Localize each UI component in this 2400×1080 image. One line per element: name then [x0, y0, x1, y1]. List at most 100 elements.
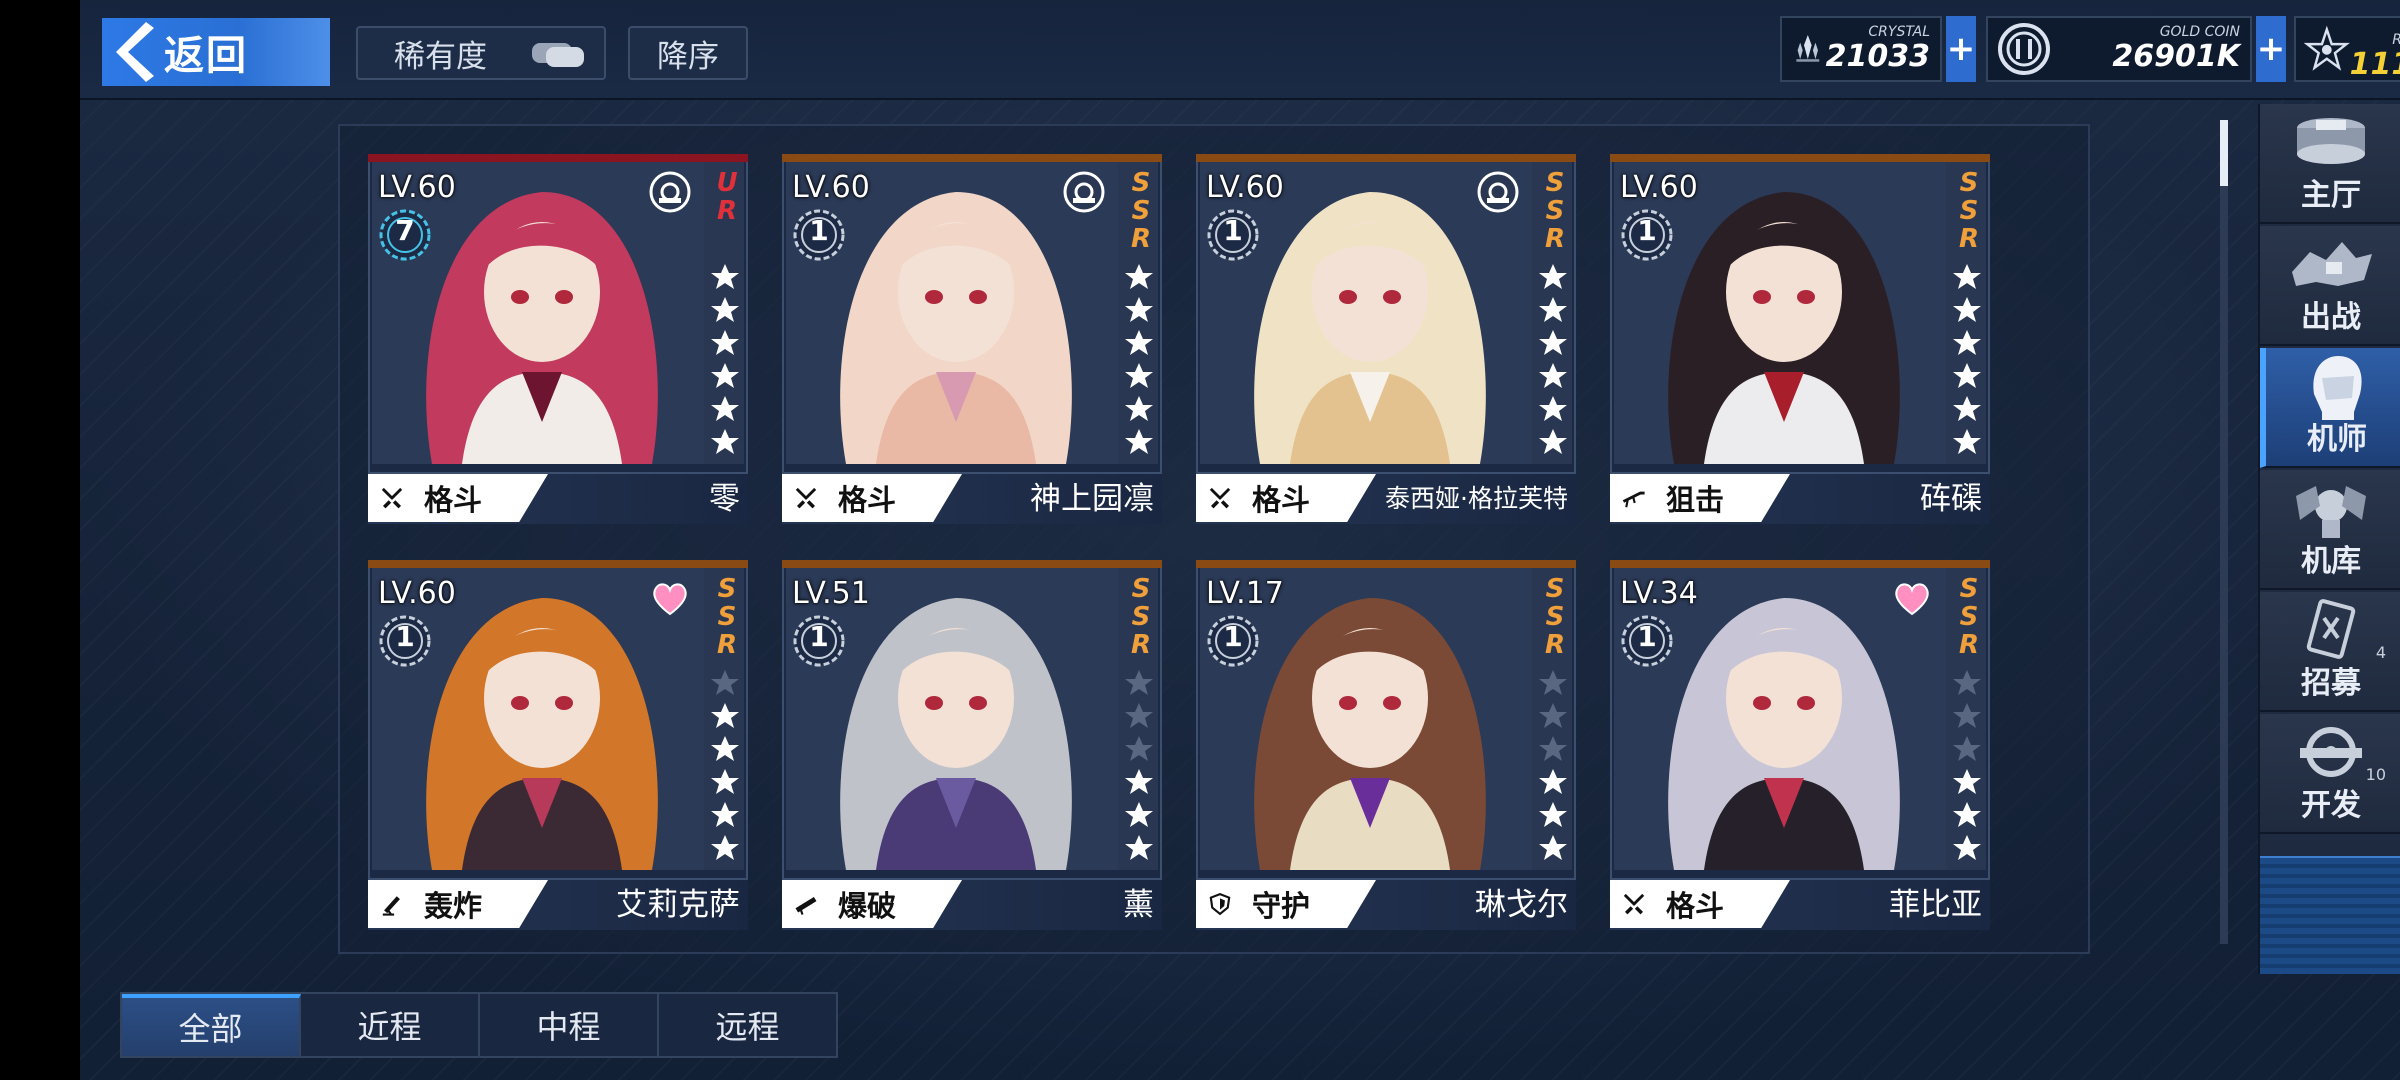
rank-badge-number: 1 [395, 620, 415, 653]
pilot-card[interactable]: SSR LV.60 1 格斗 泰西娅·格拉芙特 [1196, 154, 1576, 524]
minimap-panel[interactable] [2260, 856, 2400, 974]
pilot-name: 菲比亚 [1889, 887, 1982, 923]
back-button[interactable]: 返回 [102, 18, 330, 86]
star-icon [711, 264, 739, 289]
pilot-card[interactable]: SSR LV.60 1 轰炸 艾莉克萨 [368, 560, 748, 930]
star-rating [708, 668, 742, 866]
star-icon [1539, 670, 1567, 695]
star-rating [1950, 262, 1984, 460]
pilot-name: 零 [709, 481, 740, 517]
pilot-level: LV.34 [1620, 576, 1698, 611]
star-icon [1953, 670, 1981, 695]
pilot-level: LV.60 [378, 576, 456, 611]
pilot-card[interactable]: SSR LV.51 1 爆破 薰 [782, 560, 1162, 930]
class-tag: 狙击 [1610, 474, 1790, 522]
star-icon [711, 297, 739, 322]
star-icon [1125, 769, 1153, 794]
class-label: 格斗 [424, 483, 483, 517]
rarity-label: SSR [712, 574, 742, 658]
star-icon [711, 835, 739, 860]
star-icon [1539, 297, 1567, 322]
pilot-card[interactable]: SSR LV.60 1 狙击 砗磲 [1610, 154, 1990, 524]
sort-order-button[interactable]: 降序 [628, 26, 748, 80]
star-icon [1539, 802, 1567, 827]
pilot-card[interactable]: SSR LV.60 1 格斗 神上园凛 [782, 154, 1162, 524]
star-icon [711, 802, 739, 827]
pilot-level: LV.60 [1620, 170, 1698, 205]
star-icon [1125, 703, 1153, 728]
tab-mid-range[interactable]: 中程 [480, 994, 659, 1056]
pilot-card[interactable]: SSR LV.34 1 格斗 菲比亚 [1610, 560, 1990, 930]
class-tag: 爆破 [782, 880, 962, 928]
star-icon [1125, 264, 1153, 289]
class-label: 狙击 [1666, 483, 1725, 517]
star-icon [1539, 363, 1567, 388]
class-tag: 轰炸 [368, 880, 548, 928]
pilot-name: 神上园凛 [1030, 481, 1154, 517]
tab-all[interactable]: 全部 [122, 994, 301, 1056]
pilot-name: 泰西娅·格拉芙特 [1385, 484, 1568, 513]
swords-icon [1208, 481, 1242, 515]
nav-item-recruit[interactable]: 4 招募 [2260, 592, 2400, 712]
star-icon [1953, 264, 1981, 289]
nav-label: 机师 [2307, 422, 2367, 457]
launcher-icon [794, 887, 828, 921]
scrollbar-thumb[interactable] [2220, 120, 2228, 186]
pilot-name: 砗磲 [1920, 481, 1982, 517]
class-tag: 格斗 [368, 474, 548, 522]
hall-icon [2297, 118, 2365, 164]
star-rating [1536, 262, 1570, 460]
nav-label: 招募 [2301, 666, 2361, 701]
rarity-filter-button[interactable]: 稀有度 [356, 26, 606, 80]
star-icon [1125, 736, 1153, 761]
rank-badge-number: 1 [1637, 620, 1657, 653]
add-gold-button[interactable]: + [2256, 16, 2286, 82]
scrollbar-track[interactable] [2220, 120, 2228, 944]
nav-label: 开发 [2301, 788, 2361, 823]
pilot-card[interactable]: SSR LV.17 1 守护 琳戈尔 [1196, 560, 1576, 930]
nav-item-sortie[interactable]: 出战 [2260, 226, 2400, 346]
nav-item-hall[interactable]: 主厅 [2260, 104, 2400, 224]
rank-badge-number: 1 [809, 620, 829, 653]
side-nav: 主厅 出战 机师 机库 4 招募 10 开发 [2258, 104, 2400, 974]
star-icon [1125, 429, 1153, 454]
rank-badge-number: 1 [1637, 214, 1657, 247]
class-label: 轰炸 [424, 889, 483, 923]
tab-short-range[interactable]: 近程 [301, 994, 480, 1056]
rank-badge-number: 1 [1223, 620, 1243, 653]
tab-long-range[interactable]: 远程 [659, 994, 836, 1056]
add-crystal-button[interactable]: + [1946, 16, 1976, 82]
pilot-icon [2313, 356, 2362, 420]
team-reward-counter: TEAM REWARD 11120 [2294, 16, 2400, 82]
rank-badge-number: 1 [809, 214, 829, 247]
chevron-left-icon [116, 22, 154, 82]
rarity-label: SSR [1126, 168, 1156, 252]
pilot-card[interactable]: UR LV.60 7 格斗 零 [368, 154, 748, 524]
pilot-level: LV.60 [378, 170, 456, 205]
pilot-level: LV.60 [1206, 170, 1284, 205]
class-tag: 格斗 [1196, 474, 1376, 522]
gold-value: 26901K [2112, 39, 2240, 74]
gold-caption: GOLD COIN [2159, 24, 2240, 40]
star-emblem-icon [2304, 25, 2350, 71]
pilot-level: LV.17 [1206, 576, 1284, 611]
gear-icon [648, 170, 692, 214]
nav-item-hangar[interactable]: 机库 [2260, 470, 2400, 590]
toggle-icon [532, 43, 584, 67]
class-tag: 格斗 [782, 474, 962, 522]
gold-counter: GOLD COIN 26901K [1986, 16, 2252, 82]
star-icon [1953, 703, 1981, 728]
recruit-icon [2306, 599, 2356, 659]
rarity-strip [368, 154, 748, 162]
develop-icon [2300, 727, 2362, 777]
star-icon [1125, 297, 1153, 322]
rank-badge-number: 7 [395, 214, 415, 247]
gold-coin-icon [1998, 23, 2050, 75]
range-tab-bar: 全部 近程 中程 远程 [120, 992, 838, 1058]
star-rating [1122, 668, 1156, 866]
nav-item-develop[interactable]: 10 开发 [2260, 714, 2400, 834]
nav-item-pilot[interactable]: 机师 [2260, 348, 2400, 468]
star-icon [711, 736, 739, 761]
crystal-value: 21033 [1825, 39, 1930, 74]
star-icon [1539, 429, 1567, 454]
